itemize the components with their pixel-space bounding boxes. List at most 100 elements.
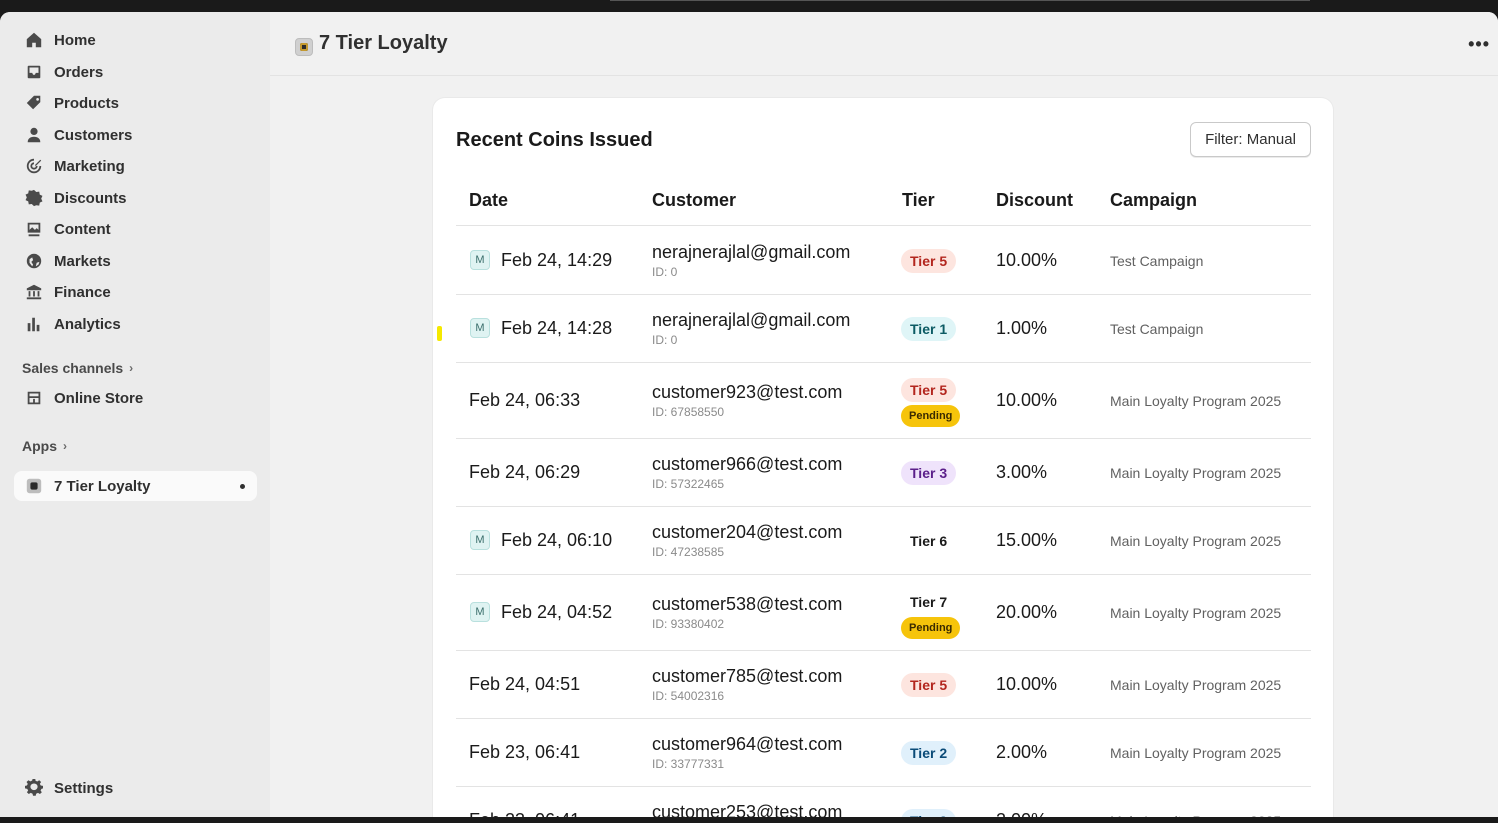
- customer-email[interactable]: customer204@test.com: [652, 522, 842, 543]
- sidebar-item-finance[interactable]: Finance: [14, 277, 257, 307]
- customer-id: ID: 47238585: [652, 545, 725, 559]
- customer-email[interactable]: customer253@test.com: [652, 802, 842, 817]
- date-cell: Feb 23, 06:41: [469, 742, 581, 762]
- table-row[interactable]: Feb 24, 06:33 customer923@test.com ID: 678…: [456, 363, 1311, 439]
- customer-email[interactable]: customer923@test.com: [652, 382, 842, 403]
- date-cell: Feb 24, 14:29: [501, 250, 613, 270]
- discount-cell: 10.00%: [996, 390, 1058, 410]
- sidebar-item-7-tier-loyalty[interactable]: 7 Tier Loyalty: [14, 471, 257, 501]
- table-row[interactable]: M Feb 24, 06:10 customer204@test.com ID: 47…: [456, 507, 1311, 575]
- campaign-cell: Main Loyalty Program 2025: [1110, 533, 1282, 549]
- date-cell: Feb 24, 06:33: [469, 390, 581, 410]
- tag-icon: [25, 94, 43, 112]
- main-content: 7 Tier Loyalty ••• Recent Coins Issued F…: [270, 12, 1498, 817]
- manual-badge: M: [470, 318, 490, 338]
- table-row[interactable]: M Feb 24, 14:29 nerajnerajlal@gmail.com ID:…: [456, 227, 1311, 295]
- discount-cell: 3.00%: [996, 462, 1048, 482]
- orders-icon: [25, 63, 43, 81]
- app-logo-icon: [295, 38, 313, 56]
- column-header-date[interactable]: Date: [469, 190, 508, 211]
- apps-section[interactable]: Apps ›: [22, 438, 67, 454]
- apps-label: Apps: [22, 438, 57, 454]
- sidebar-item-label: Analytics: [54, 315, 121, 333]
- sidebar-item-label: Content: [54, 220, 111, 238]
- sidebar-item-settings[interactable]: Settings: [14, 773, 257, 803]
- sidebar-item-analytics[interactable]: Analytics: [14, 309, 257, 339]
- sales-channels-section[interactable]: Sales channels ›: [22, 360, 133, 376]
- discount-cell: 2.00%: [996, 742, 1048, 762]
- column-header-customer[interactable]: Customer: [652, 190, 736, 211]
- column-header-tier[interactable]: Tier: [902, 190, 935, 211]
- sidebar-item-orders[interactable]: Orders: [14, 57, 257, 87]
- customer-id: ID: 57322465: [652, 477, 725, 491]
- column-header-discount[interactable]: Discount: [996, 190, 1073, 211]
- date-cell: Feb 24, 06:29: [469, 462, 581, 482]
- discount-cell: 1.00%: [996, 318, 1048, 338]
- table-row[interactable]: M Feb 24, 04:52 customer538@test.com ID: 93…: [456, 575, 1311, 651]
- more-actions-button[interactable]: •••: [1468, 34, 1490, 55]
- sidebar-item-label: Finance: [54, 283, 111, 301]
- sidebar-item-products[interactable]: Products: [14, 88, 257, 118]
- image-icon: [25, 220, 43, 238]
- sidebar-item-label: Orders: [54, 63, 104, 81]
- date-cell: Feb 23, 06:41: [469, 810, 580, 817]
- table-row[interactable]: Feb 24, 06:29 customer966@test.com ID: 573…: [456, 439, 1311, 507]
- table-row[interactable]: Feb 24, 04:51 customer785@test.com ID: 540…: [456, 651, 1311, 719]
- campaign-cell: Test Campaign: [1110, 253, 1204, 269]
- sidebar-item-online-store[interactable]: Online Store: [14, 383, 257, 413]
- sidebar-item-home[interactable]: Home: [14, 25, 257, 55]
- tier-badge: Tier 5: [901, 673, 957, 697]
- sidebar-item-label: Marketing: [54, 157, 125, 175]
- tier-badge: Tier 2: [901, 741, 957, 765]
- customer-email[interactable]: nerajnerajlal@gmail.com: [652, 242, 850, 263]
- customer-email[interactable]: customer966@test.com: [652, 454, 842, 475]
- discount-cell: 2.00%: [996, 810, 1047, 817]
- customer-email[interactable]: customer964@test.com: [652, 734, 842, 755]
- date-cell: Feb 24, 14:28: [501, 318, 613, 338]
- discount-icon: [25, 189, 43, 207]
- globe-icon: [25, 252, 43, 270]
- table-row[interactable]: M Feb 24, 14:28 nerajnerajlal@gmail.com ID:…: [456, 295, 1311, 363]
- sidebar-item-label: Home: [54, 31, 96, 49]
- bar-chart-icon: [25, 315, 43, 333]
- tier-badge: Tier 1: [901, 317, 957, 341]
- page-title: 7 Tier Loyalty: [319, 32, 448, 54]
- table-header: Date Customer Tier Discount Campaign: [456, 178, 1311, 226]
- manual-badge: M: [470, 602, 490, 622]
- target-icon: [25, 157, 43, 175]
- sidebar-item-label: Online Store: [54, 389, 144, 407]
- table-row[interactable]: Feb 23, 06:41 customer253@test.com Tier 2 2…: [456, 787, 1311, 817]
- tier-badge: Tier 7: [910, 594, 948, 610]
- discount-cell: 20.00%: [996, 602, 1058, 622]
- sidebar-item-customers[interactable]: Customers: [14, 120, 257, 150]
- customer-email[interactable]: nerajnerajlal@gmail.com: [652, 310, 850, 331]
- pin-dot-icon: [240, 484, 245, 489]
- store-icon: [25, 389, 43, 407]
- app-icon: [25, 477, 43, 495]
- pending-badge: Pending: [901, 617, 961, 639]
- table-row[interactable]: Feb 23, 06:41 customer964@test.com ID: 337…: [456, 719, 1311, 787]
- sidebar-item-content[interactable]: Content: [14, 214, 257, 244]
- pending-badge: Pending: [901, 405, 961, 427]
- campaign-cell: Test Campaign: [1110, 321, 1204, 337]
- person-icon: [25, 126, 43, 144]
- browser-bottom-bar: [0, 817, 1498, 823]
- sidebar-item-marketing[interactable]: Marketing: [14, 151, 257, 181]
- campaign-cell: Main Loyalty Program 2025: [1110, 745, 1282, 761]
- sidebar-item-markets[interactable]: Markets: [14, 246, 257, 276]
- customer-email[interactable]: customer538@test.com: [652, 594, 842, 615]
- column-header-campaign[interactable]: Campaign: [1110, 190, 1197, 211]
- customer-email[interactable]: customer785@test.com: [652, 666, 842, 687]
- manual-badge: M: [470, 250, 490, 270]
- date-cell: Feb 24, 04:51: [469, 674, 581, 694]
- sidebar-item-discounts[interactable]: Discounts: [14, 183, 257, 213]
- customer-id: ID: 67858550: [652, 405, 725, 419]
- highlight-marker: [437, 326, 442, 341]
- sidebar-item-label: 7 Tier Loyalty: [54, 477, 151, 495]
- discount-cell: 10.00%: [996, 250, 1058, 270]
- campaign-cell: Main Loyalty Program 2025: [1110, 605, 1282, 621]
- manual-badge: M: [470, 530, 490, 550]
- home-icon: [25, 31, 43, 49]
- filter-button[interactable]: Filter: Manual: [1190, 122, 1311, 157]
- sidebar-item-label: Discounts: [54, 189, 127, 207]
